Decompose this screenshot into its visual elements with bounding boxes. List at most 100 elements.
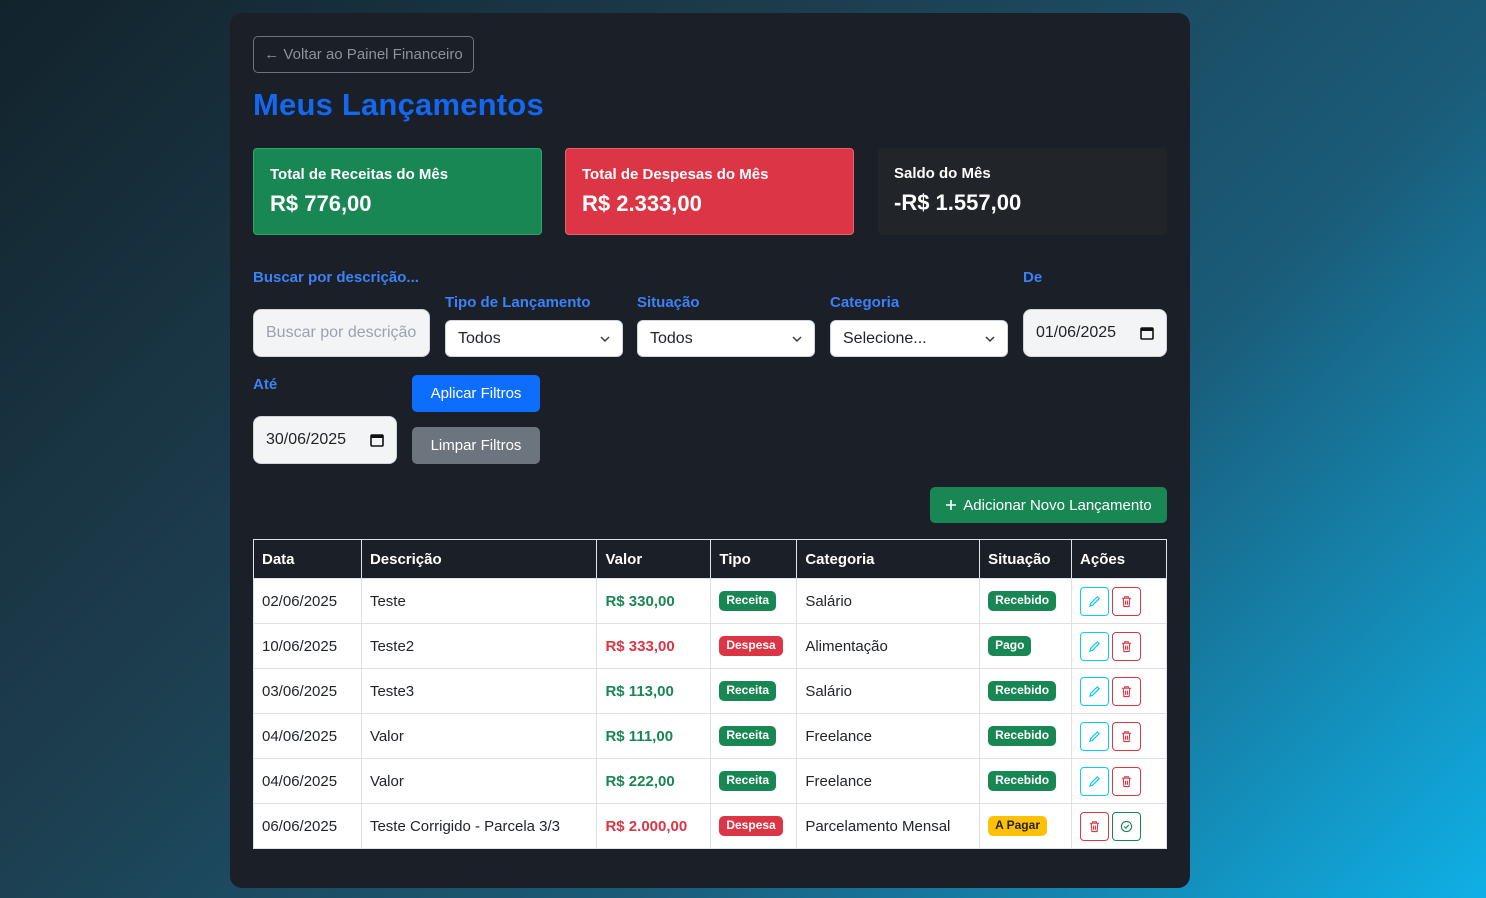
tipo-badge: Receita (719, 771, 777, 791)
cell-acoes (1071, 623, 1167, 669)
situacao-badge: Recebido (988, 681, 1057, 701)
cell-data: 02/06/2025 (253, 578, 362, 624)
categoria-select[interactable]: Selecione... (830, 320, 1008, 357)
ate-label: Até (253, 376, 278, 393)
cell-valor: R$ 333,00 (596, 623, 712, 669)
page-title: Meus Lançamentos (253, 87, 544, 122)
edit-button[interactable] (1080, 676, 1110, 706)
cell-valor: R$ 222,00 (596, 758, 712, 804)
search-input[interactable]: Buscar por descrição... (253, 309, 430, 357)
calendar-icon[interactable] (370, 433, 384, 447)
cell-categoria: Freelance (796, 713, 981, 759)
cell-valor: R$ 113,00 (596, 668, 712, 714)
delete-button[interactable] (1112, 766, 1142, 796)
situacao-badge: Recebido (988, 591, 1057, 611)
col-categoria: Categoria (796, 539, 981, 579)
cell-categoria: Salário (796, 578, 981, 624)
tipo-select[interactable]: Todos (445, 320, 623, 357)
tipo-badge: Receita (719, 726, 777, 746)
despesas-card: Total de Despesas do Mês R$ 2.333,00 (565, 148, 854, 235)
col-descricao: Descrição (360, 539, 598, 579)
edit-button[interactable] (1080, 586, 1110, 616)
plus-icon (946, 500, 957, 510)
col-acoes: Ações (1071, 539, 1167, 579)
trash-icon (1121, 775, 1132, 787)
cell-situacao: Recebido (979, 578, 1073, 624)
de-label: De (1023, 269, 1043, 286)
tipo-label: Tipo de Lançamento (445, 294, 591, 311)
ate-date-value: 30/06/2025 (266, 431, 347, 448)
check-circle-icon (1120, 820, 1133, 832)
despesas-label: Total de Despesas do Mês (582, 166, 769, 183)
cell-data: 03/06/2025 (253, 668, 362, 714)
cell-tipo: Despesa (710, 803, 798, 849)
calendar-icon[interactable] (1140, 326, 1154, 340)
situacao-badge: Pago (988, 636, 1032, 656)
delete-button[interactable] (1112, 586, 1142, 616)
cell-valor: R$ 330,00 (596, 578, 712, 624)
de-date-value: 01/06/2025 (1036, 324, 1117, 341)
cell-categoria: Parcelamento Mensal (796, 803, 981, 849)
situacao-select[interactable]: Todos (637, 320, 815, 357)
cell-descricao: Teste3 (360, 668, 598, 714)
edit-button[interactable] (1080, 631, 1110, 661)
cell-descricao: Valor (360, 713, 598, 759)
search-placeholder: Buscar por descrição... (266, 324, 417, 341)
delete-button[interactable] (1112, 721, 1142, 751)
edit-button[interactable] (1080, 766, 1110, 796)
clear-filters-button[interactable]: Limpar Filtros (412, 427, 540, 464)
cell-situacao: Recebido (979, 668, 1073, 714)
cell-categoria: Salário (796, 668, 981, 714)
apply-filters-button[interactable]: Aplicar Filtros (412, 375, 540, 412)
cell-situacao: Recebido (979, 758, 1073, 804)
trash-icon (1121, 685, 1132, 697)
search-label: Buscar por descrição... (253, 269, 419, 286)
trash-icon (1089, 820, 1100, 832)
cell-descricao: Valor (360, 758, 598, 804)
mark-paid-button[interactable] (1112, 811, 1142, 841)
cell-data: 06/06/2025 (253, 803, 362, 849)
chevron-down-icon (600, 335, 610, 342)
cell-descricao: Teste (360, 578, 598, 624)
receitas-card: Total de Receitas do Mês R$ 776,00 (253, 148, 542, 235)
cell-tipo: Receita (710, 713, 798, 759)
trash-icon (1121, 595, 1132, 607)
edit-button[interactable] (1080, 721, 1110, 751)
delete-button[interactable] (1080, 811, 1110, 841)
ate-date-input[interactable]: 30/06/2025 (253, 416, 397, 464)
categoria-selected: Selecione... (843, 329, 927, 347)
cell-situacao: Recebido (979, 713, 1073, 759)
col-situacao: Situação (979, 539, 1073, 579)
pencil-icon (1088, 685, 1101, 697)
cell-data: 04/06/2025 (253, 713, 362, 759)
cell-data: 10/06/2025 (253, 623, 362, 669)
table-row: 10/06/2025 Teste2 R$ 333,00 Despesa Alim… (253, 623, 1167, 669)
delete-button[interactable] (1112, 631, 1142, 661)
tipo-badge: Receita (719, 591, 777, 611)
saldo-label: Saldo do Mês (894, 165, 991, 182)
pencil-icon (1088, 730, 1101, 742)
pencil-icon (1088, 640, 1101, 652)
cell-acoes (1071, 758, 1167, 804)
cell-valor: R$ 111,00 (596, 713, 712, 759)
back-to-dashboard-button[interactable]: ← Voltar ao Painel Financeiro (253, 36, 474, 73)
lancamentos-table: Data Descrição Valor Tipo Categoria Situ… (253, 539, 1167, 849)
delete-button[interactable] (1112, 676, 1142, 706)
lancamentos-panel: ← Voltar ao Painel Financeiro Meus Lança… (230, 13, 1190, 888)
saldo-value: -R$ 1.557,00 (894, 190, 1022, 215)
chevron-down-icon (792, 335, 802, 342)
add-lancamento-button[interactable]: Adicionar Novo Lançamento (930, 487, 1167, 523)
table-row: 02/06/2025 Teste R$ 330,00 Receita Salár… (253, 578, 1167, 624)
col-data: Data (253, 539, 362, 579)
cell-tipo: Receita (710, 578, 798, 624)
cell-tipo: Receita (710, 758, 798, 804)
table-row: 04/06/2025 Valor R$ 111,00 Receita Freel… (253, 713, 1167, 759)
cell-data: 04/06/2025 (253, 758, 362, 804)
de-date-input[interactable]: 01/06/2025 (1023, 309, 1167, 357)
categoria-label: Categoria (830, 294, 900, 311)
despesas-value: R$ 2.333,00 (582, 191, 702, 216)
tipo-badge: Despesa (719, 636, 783, 656)
cell-situacao: A Pagar (979, 803, 1073, 849)
trash-icon (1121, 640, 1132, 652)
tipo-badge: Despesa (719, 816, 783, 836)
